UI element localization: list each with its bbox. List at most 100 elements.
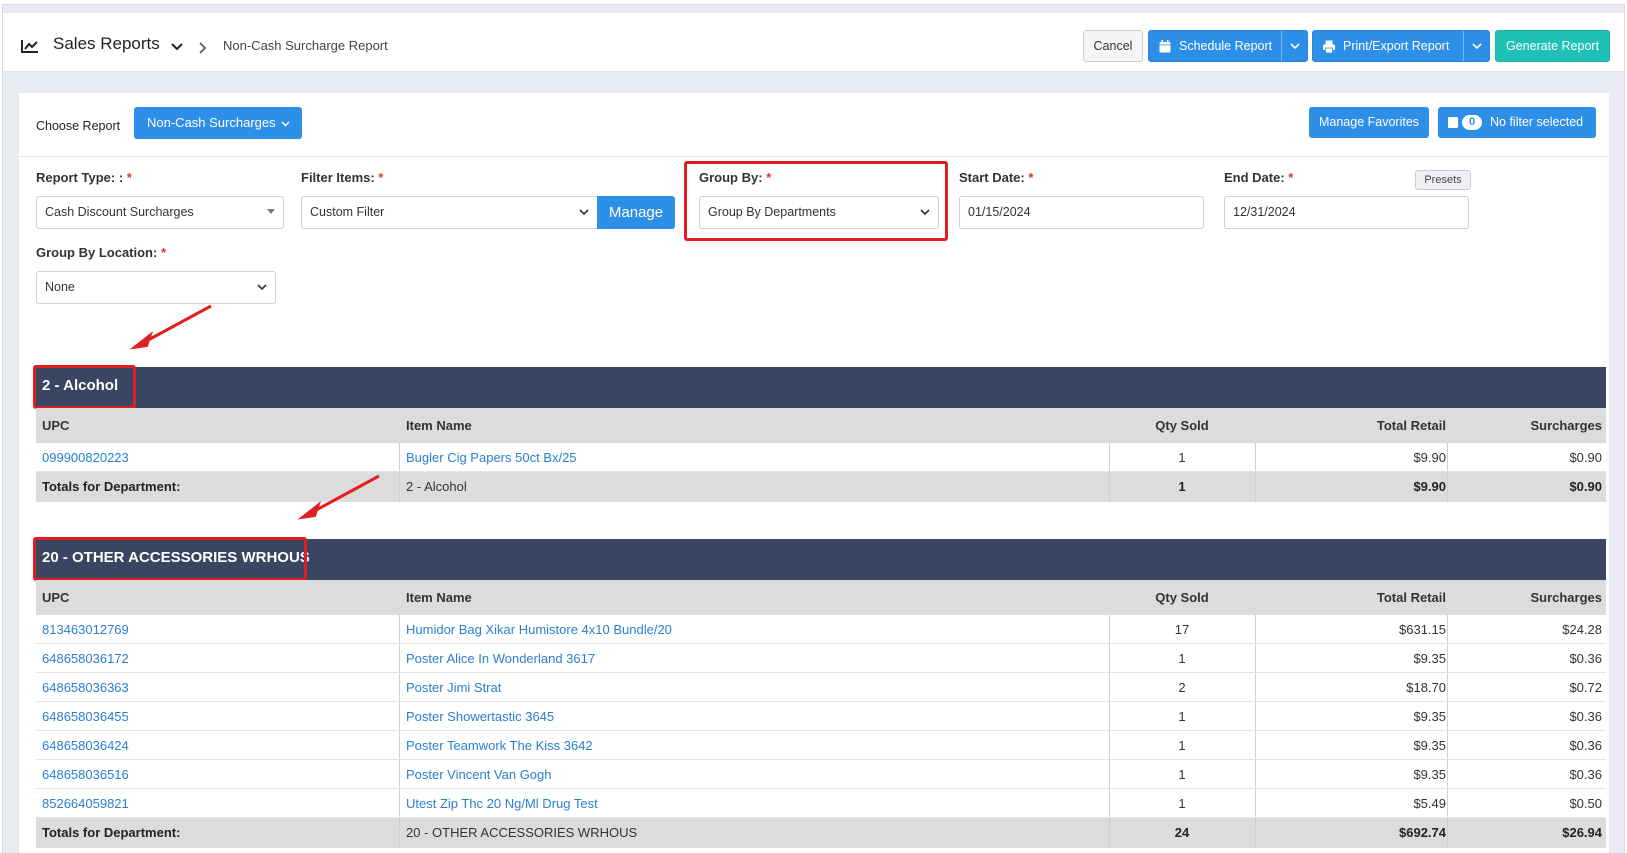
report-type-select[interactable]: Cash Discount Surcharges [36,196,284,229]
item-name-link[interactable]: Poster Vincent Van Gogh [406,760,552,788]
retail-cell: $9.90 [1413,450,1446,465]
caret-down-icon [267,209,275,214]
print-export-button[interactable]: Print/Export Report [1312,30,1490,62]
column-header-surcharges[interactable]: Surcharges [1451,580,1602,615]
item-name-link[interactable]: Bugler Cig Papers 50ct Bx/25 [406,443,577,471]
surcharge-cell: $0.36 [1569,738,1602,753]
manage-favorites-button[interactable]: Manage Favorites [1309,107,1429,138]
surcharge-cell: $0.36 [1569,709,1602,724]
line-chart-icon [21,40,38,53]
upc-link[interactable]: 648658036516 [42,760,129,788]
schedule-report-label: Schedule Report [1179,39,1273,53]
totals-surcharge: $0.90 [1569,479,1602,494]
column-header-item-name[interactable]: Item Name [406,580,472,615]
selected-report-label: Non-Cash Surcharges [147,115,276,130]
table-row: 648658036363 Poster Jimi Strat 2 $18.70 $0.7… [36,673,1606,702]
upc-link[interactable]: 813463012769 [42,615,129,643]
totals-dept-name: 2 - Alcohol [406,479,467,494]
chevron-down-icon [281,121,290,127]
totals-surcharge: $26.94 [1562,825,1602,840]
column-header-upc[interactable]: UPC [42,408,69,443]
column-header-qty-sold[interactable]: Qty Sold [1109,580,1255,615]
totals-retail: $692.74 [1399,825,1446,840]
filter-icon [1448,117,1458,128]
qty-cell: 17 [1174,622,1190,637]
printer-icon [1323,40,1335,53]
filter-items-label: Filter Items: * [301,170,384,185]
column-header-total-retail[interactable]: Total Retail [1256,408,1446,443]
chevron-right-icon [199,42,207,54]
totals-dept-name: 20 - OTHER ACCESSORIES WRHOUS [406,825,638,840]
start-date-input[interactable]: 01/15/2024 [959,196,1204,229]
print-dropdown-toggle[interactable] [1463,31,1489,61]
chevron-down-icon [579,209,589,216]
item-name-link[interactable]: Poster Teamwork The Kiss 3642 [406,731,593,759]
annotation-highlight-box [684,161,948,241]
choose-report-label: Choose Report [36,119,121,133]
department-table: UPC Item Name Qty Sold Total Retail Surc… [36,580,1606,853]
column-header-upc[interactable]: UPC [42,580,69,615]
item-name-link[interactable]: Humidor Bag Xikar Humistore 4x10 Bundle/… [406,615,672,643]
surcharge-cell: $24.28 [1562,622,1602,637]
schedule-report-button[interactable]: Schedule Report [1148,30,1308,62]
generate-report-button[interactable]: Generate Report [1495,30,1610,62]
department-table: UPC Item Name Qty Sold Total Retail Surc… [36,408,1606,510]
totals-qty: 1 [1178,479,1186,494]
upc-link[interactable]: 648658036455 [42,702,129,730]
table-row: 852664059821 Utest Zip Thc 20 Ng/Ml Drug … [36,789,1606,818]
item-name-link[interactable]: Poster Jimi Strat [406,673,501,701]
schedule-dropdown-toggle[interactable] [1281,31,1307,61]
table-header-row: UPC Item Name Qty Sold Total Retail Surc… [36,580,1606,615]
retail-cell: $9.35 [1413,651,1446,666]
filter-count-badge: 0 [1462,115,1482,130]
upc-link[interactable]: 648658036363 [42,673,129,701]
page-title[interactable]: Sales Reports [53,34,160,54]
qty-cell: 1 [1178,796,1186,811]
retail-cell: $9.35 [1413,709,1446,724]
divider [19,156,1609,157]
column-header-total-retail[interactable]: Total Retail [1256,580,1446,615]
filter-items-select[interactable]: Custom Filter [301,196,598,229]
qty-cell: 1 [1178,651,1186,666]
choose-report-dropdown[interactable]: Non-Cash Surcharges [134,107,302,139]
table-row: 648658036516 Poster Vincent Van Gogh 1 $9.3… [36,760,1606,789]
upc-link[interactable]: 852664059821 [42,789,129,817]
end-date-input[interactable]: 12/31/2024 [1224,196,1469,229]
cancel-button[interactable]: Cancel [1083,30,1143,62]
surcharge-cell: $0.36 [1569,651,1602,666]
top-header: Sales Reports Non-Cash Surcharge Report … [3,13,1624,72]
upc-link[interactable]: 648658036172 [42,644,129,672]
column-header-item-name[interactable]: Item Name [406,408,472,443]
breadcrumb: Non-Cash Surcharge Report [223,38,388,53]
end-date-label: End Date: * [1224,170,1294,185]
upc-link[interactable]: 648658036424 [42,731,129,759]
report-type-label: Report Type: : * [36,170,132,185]
item-name-link[interactable]: Poster Showertastic 3645 [406,702,554,730]
retail-cell: $631.15 [1399,622,1446,637]
filter-status-text: No filter selected [1490,115,1584,129]
table-row: 648658036424 Poster Teamwork The Kiss 364… [36,731,1606,760]
totals-row: Totals for Department: 2 - Alcohol 1 $9.… [36,472,1606,502]
qty-cell: 2 [1178,680,1186,695]
chevron-down-icon [257,284,267,291]
retail-cell: $5.49 [1413,796,1446,811]
column-header-qty-sold[interactable]: Qty Sold [1109,408,1255,443]
retail-cell: $9.35 [1413,738,1446,753]
chevron-down-icon[interactable] [171,43,183,51]
totals-label: Totals for Department: [42,479,181,494]
totals-row: Totals for Department: 20 - OTHER ACCESS… [36,818,1606,848]
upc-link[interactable]: 099900820223 [42,443,129,471]
filter-status-button[interactable]: 0 No filter selected [1438,107,1596,138]
report-panel: Choose Report Non-Cash Surcharges Manage… [19,93,1609,853]
totals-label: Totals for Department: [42,825,181,840]
retail-cell: $18.70 [1406,680,1446,695]
qty-cell: 1 [1178,709,1186,724]
item-name-link[interactable]: Utest Zip Thc 20 Ng/Ml Drug Test [406,789,598,817]
surcharge-cell: $0.90 [1569,450,1602,465]
manage-filter-button[interactable]: Manage [597,196,675,229]
presets-button[interactable]: Presets [1415,170,1471,190]
annotation-arrow-icon [129,304,212,350]
group-by-location-select[interactable]: None [36,271,276,304]
item-name-link[interactable]: Poster Alice In Wonderland 3617 [406,644,595,672]
column-header-surcharges[interactable]: Surcharges [1451,408,1602,443]
